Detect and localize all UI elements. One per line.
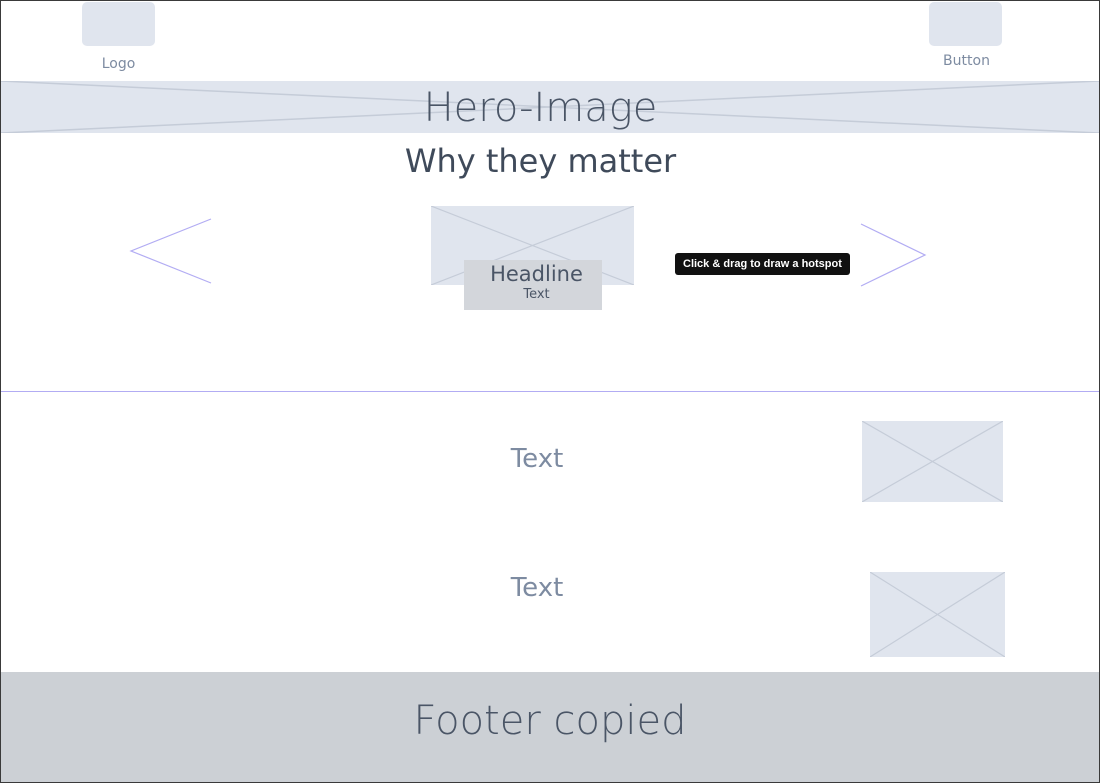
carousel-card-caption[interactable]: Headline Text	[464, 260, 602, 310]
carousel-card-text: Text	[523, 287, 550, 302]
section-title: Why they matter	[404, 142, 677, 180]
feature-image-placeholder[interactable]	[862, 421, 1003, 502]
header-button-label: Button	[943, 53, 990, 69]
feature-text: Text	[510, 444, 564, 474]
carousel-card-headline: Headline	[490, 262, 583, 286]
chevron-right-icon[interactable]	[859, 222, 927, 288]
feature-image-placeholder[interactable]	[870, 572, 1005, 657]
hotspot-divider-line	[1, 391, 1099, 392]
image-placeholder-icon	[870, 572, 1005, 657]
image-placeholder-icon	[862, 421, 1003, 502]
chevron-left-icon[interactable]	[129, 217, 213, 285]
footer-text: Footer copied	[413, 698, 687, 744]
logo-label: Logo	[101, 56, 136, 72]
logo-placeholder[interactable]	[82, 2, 155, 46]
header-button[interactable]	[929, 2, 1002, 46]
wireframe-canvas: Logo Button Hero-Image Why they matter H…	[0, 0, 1100, 783]
footer: Footer copied	[1, 672, 1099, 782]
hero-title: Hero-Image	[423, 85, 658, 131]
feature-text: Text	[510, 573, 564, 603]
hotspot-tooltip: Click & drag to draw a hotspot	[675, 253, 850, 275]
